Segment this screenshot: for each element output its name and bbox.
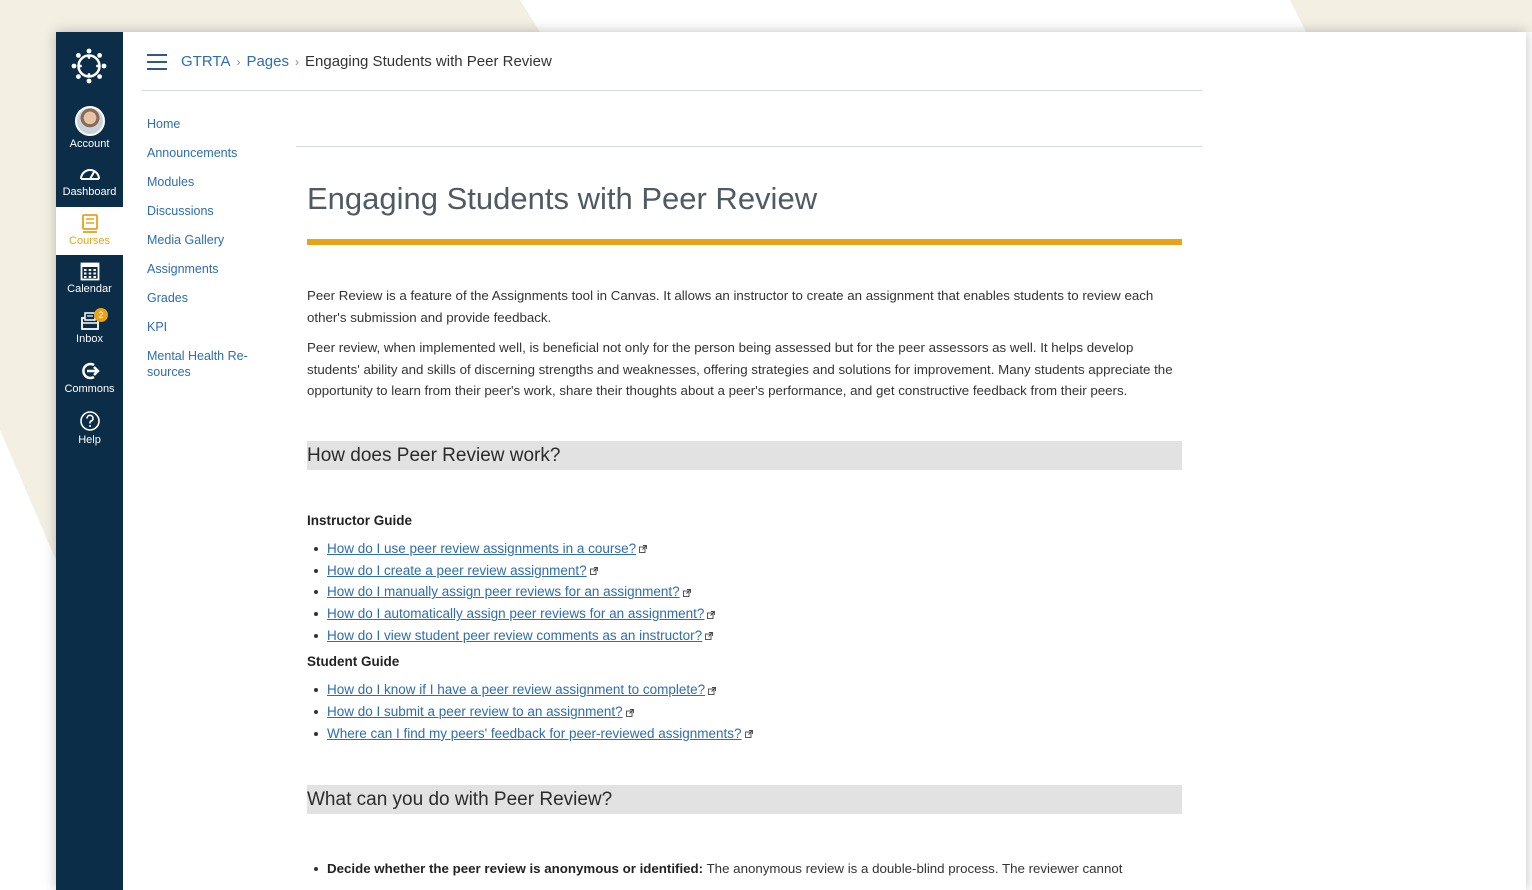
page-header: GTRTA › Pages › Engaging Students with Peer … bbox=[142, 32, 1202, 91]
breadcrumb: GTRTA › Pages › Engaging Students with Peer … bbox=[181, 53, 552, 70]
canvas-logo-icon[interactable] bbox=[71, 48, 107, 84]
external-link-icon bbox=[744, 730, 753, 739]
external-link-icon bbox=[639, 545, 648, 554]
course-nav: Home Announcements Modules Discussions M… bbox=[147, 116, 277, 393]
course-nav-grades[interactable]: Grades bbox=[147, 290, 277, 306]
list-item: How do I create a peer review assignment… bbox=[314, 560, 1182, 582]
course-nav-kpi[interactable]: KPI bbox=[147, 319, 277, 335]
list-item: Where can I find my peers' feedback for … bbox=[314, 723, 1182, 745]
intro-paragraph: Peer Review is a feature of the Assignme… bbox=[307, 288, 1154, 325]
global-nav: Account Dashboard Courses Calendar 2 Inb… bbox=[56, 32, 123, 890]
course-nav-media-gallery[interactable]: Media Gallery bbox=[147, 232, 277, 248]
breadcrumb-current: Engaging Students with Peer Review bbox=[305, 53, 552, 70]
commons-icon bbox=[81, 362, 100, 380]
external-link-icon bbox=[705, 632, 714, 641]
list-item: How do I automatically assign peer revie… bbox=[314, 603, 1182, 625]
section-heading: How does Peer Review work? bbox=[307, 440, 1182, 470]
breadcrumb-pages-link[interactable]: Pages bbox=[246, 53, 289, 70]
guide-link[interactable]: How do I manually assign peer reviews fo… bbox=[327, 584, 680, 599]
list-item: How do I use peer review assignments in … bbox=[314, 538, 1182, 560]
nav-dashboard[interactable]: Dashboard bbox=[56, 164, 123, 212]
page-content: Engaging Students with Peer Review Peer … bbox=[296, 146, 1202, 879]
guide-link[interactable]: How do I automatically assign peer revie… bbox=[327, 606, 704, 621]
nav-courses-label: Courses bbox=[69, 235, 110, 247]
feature-title: Decide whether the peer review is anonym… bbox=[327, 860, 704, 876]
course-nav-home[interactable]: Home bbox=[147, 116, 277, 132]
course-nav-mental-health[interactable]: Mental Health Re- sources bbox=[147, 348, 277, 380]
student-guide-list: How do I know if I have a peer review as… bbox=[307, 679, 1182, 744]
hamburger-menu-icon[interactable] bbox=[147, 54, 167, 70]
calendar-icon bbox=[80, 262, 99, 281]
section-heading: What can you do with Peer Review? bbox=[307, 784, 1182, 814]
features-list: Decide whether the peer review is anonym… bbox=[307, 858, 1182, 879]
external-link-icon bbox=[625, 708, 634, 717]
nav-help-label: Help bbox=[78, 434, 101, 446]
external-link-icon bbox=[589, 567, 598, 576]
course-nav-announcements[interactable]: Announcements bbox=[147, 145, 277, 161]
guide-link[interactable]: How do I know if I have a peer review as… bbox=[327, 682, 705, 697]
guide-link[interactable]: How do I create a peer review assignment… bbox=[327, 563, 587, 578]
list-item: How do I view student peer review commen… bbox=[314, 625, 1182, 647]
nav-inbox[interactable]: 2 Inbox bbox=[56, 308, 123, 359]
nav-account-label: Account bbox=[69, 138, 110, 150]
nav-help[interactable]: Help bbox=[56, 410, 123, 458]
nav-dashboard-label: Dashboard bbox=[62, 186, 117, 198]
nav-commons-label: Commons bbox=[64, 383, 115, 395]
intro-paragraph: Peer review, when implemented well, is b… bbox=[307, 340, 1173, 399]
list-item: How do I submit a peer review to an assi… bbox=[314, 701, 1182, 723]
breadcrumb-course-link[interactable]: GTRTA bbox=[181, 53, 230, 70]
breadcrumb-separator-icon: › bbox=[236, 55, 241, 69]
browser-window: Account Dashboard Courses Calendar 2 Inb… bbox=[56, 32, 1526, 890]
external-link-icon bbox=[708, 686, 717, 695]
instructor-guide-list: How do I use peer review assignments in … bbox=[307, 538, 1182, 647]
nav-calendar-label: Calendar bbox=[67, 283, 112, 295]
breadcrumb-separator-icon: › bbox=[295, 55, 299, 69]
nav-commons[interactable]: Commons bbox=[56, 361, 123, 409]
student-guide-title: Student Guide bbox=[307, 654, 400, 670]
nav-calendar[interactable]: Calendar bbox=[56, 261, 123, 309]
nav-inbox-label: Inbox bbox=[76, 333, 103, 345]
avatar bbox=[74, 106, 105, 136]
external-link-icon bbox=[682, 588, 691, 597]
external-link-icon bbox=[707, 610, 716, 619]
course-nav-assignments[interactable]: Assignments bbox=[147, 261, 277, 277]
list-item: How do I know if I have a peer review as… bbox=[314, 679, 1182, 701]
instructor-guide-title: Instructor Guide bbox=[307, 512, 413, 528]
title-divider bbox=[307, 239, 1182, 245]
help-icon bbox=[79, 411, 100, 431]
speedometer-icon bbox=[79, 169, 100, 180]
guide-link[interactable]: How do I use peer review assignments in … bbox=[327, 541, 636, 556]
inbox-unread-badge: 2 bbox=[94, 308, 108, 322]
guide-link[interactable]: How do I submit a peer review to an assi… bbox=[327, 704, 623, 719]
list-item: Decide whether the peer review is anonym… bbox=[314, 858, 1182, 879]
guide-link[interactable]: How do I view student peer review commen… bbox=[327, 628, 702, 643]
guide-link[interactable]: Where can I find my peers' feedback for … bbox=[327, 726, 742, 741]
list-item: How do I manually assign peer reviews fo… bbox=[314, 581, 1182, 603]
book-icon bbox=[81, 214, 98, 233]
nav-account[interactable]: Account bbox=[56, 106, 123, 156]
nav-courses[interactable]: Courses bbox=[56, 207, 123, 255]
course-nav-discussions[interactable]: Discussions bbox=[147, 203, 277, 219]
course-nav-modules[interactable]: Modules bbox=[147, 174, 277, 190]
page-title: Engaging Students with Peer Review bbox=[307, 181, 818, 216]
feature-description: The anonymous review is a double-blind p… bbox=[703, 860, 1123, 876]
